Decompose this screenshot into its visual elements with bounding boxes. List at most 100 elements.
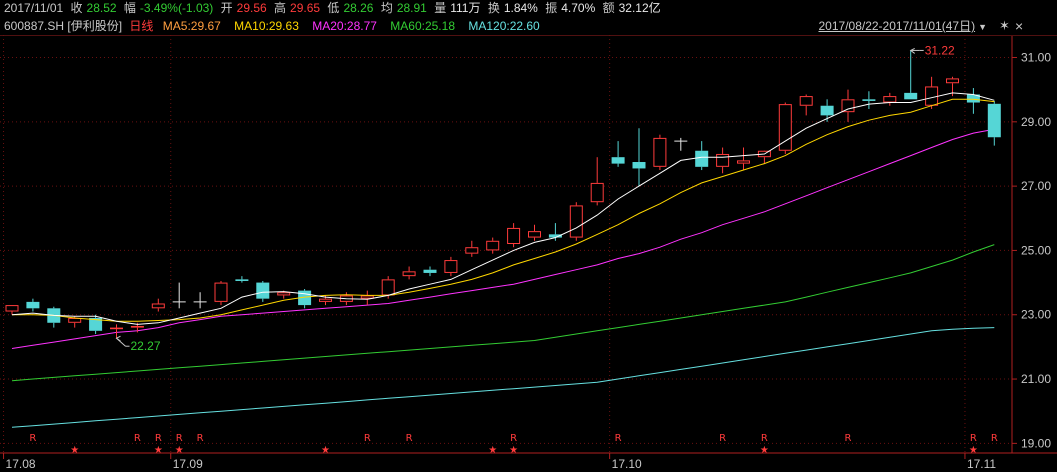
y-tick-label: 29.00 (1021, 115, 1051, 129)
candle-body (110, 327, 123, 330)
gear-icon[interactable]: ✶ (999, 19, 1013, 33)
ma60-line (11, 244, 995, 382)
open-label: 开 (220, 1, 233, 15)
candle-body (904, 92, 918, 100)
candle-body (235, 279, 249, 281)
close-icon[interactable]: × (1015, 18, 1027, 34)
event-r-marker: R (176, 433, 183, 444)
candle-body (695, 150, 709, 167)
candle-body (151, 303, 165, 309)
event-r-marker: R (719, 433, 726, 444)
event-r-marker: R (155, 433, 162, 444)
y-tick-label: 21.00 (1021, 372, 1051, 386)
date-range-text: 2017/08/22-2017/11/01(47日) (818, 19, 976, 33)
event-star-marker: ★ (509, 445, 518, 456)
event-r-marker: R (510, 433, 517, 444)
candle-body (444, 260, 458, 273)
candle-body (277, 292, 291, 296)
candle-body (820, 105, 834, 116)
event-r-marker: R (970, 433, 977, 444)
event-r-marker: R (615, 433, 622, 444)
ma5-line (11, 92, 995, 325)
ma120-label: MA120:22.60 (468, 19, 540, 33)
candle-body (402, 271, 416, 277)
y-tick-label: 25.00 (1021, 243, 1051, 257)
event-star-marker: ★ (760, 445, 769, 456)
candle-body (528, 231, 541, 238)
candle-body (319, 298, 332, 302)
open-value: 29.56 (236, 1, 267, 15)
x-tick-label: 17.11 (967, 457, 996, 471)
high-value: 29.65 (290, 1, 321, 15)
x-tick-label: 17.08 (6, 457, 36, 471)
quote-header: 2017/11/01 收 28.52 幅 -3.49%(-1.03) 开 29.56 … (0, 0, 1057, 17)
period-label[interactable]: 日线 (129, 19, 153, 33)
candle-body (5, 305, 19, 312)
avg-label: 均 (380, 1, 393, 15)
x-tick-label: 17.09 (173, 457, 203, 471)
candle-body (841, 99, 855, 113)
volume-value: 111万 (450, 1, 481, 15)
event-r-marker: R (845, 433, 852, 444)
change-value: -3.49%(-1.03) (139, 1, 214, 15)
event-star-marker: ★ (175, 445, 184, 456)
event-star-marker: ★ (488, 445, 497, 456)
volume-label: 量 (434, 1, 447, 15)
ma20-line (11, 128, 995, 349)
candle-body (632, 162, 646, 169)
ma10-label: MA10:29.63 (234, 19, 299, 33)
change-label: 幅 (123, 1, 136, 15)
event-r-marker: R (364, 433, 371, 444)
low-label: 低 (327, 1, 340, 15)
candle-body (68, 317, 82, 323)
candle-body (653, 137, 667, 167)
candle-body (925, 86, 939, 106)
candle-body (716, 153, 730, 167)
amplitude-label: 振 (545, 1, 558, 15)
candle-body (987, 103, 1001, 138)
high-label: 高 (274, 1, 287, 15)
quote-date: 2017/11/01 (4, 1, 64, 15)
event-star-marker: ★ (969, 445, 978, 456)
close-label: 收 (70, 1, 83, 15)
candle-body (862, 99, 876, 101)
y-tick-label: 23.00 (1021, 308, 1051, 322)
candle-body (799, 96, 813, 106)
y-tick-label: 19.00 (1021, 436, 1051, 450)
candle-body (360, 295, 374, 299)
event-r-marker: R (29, 433, 36, 444)
candle-body (737, 160, 750, 164)
kline-chart[interactable]: 31.00 29.00 27.00 25.00 23.00 21.00 19.00 17.08… (0, 35, 1057, 472)
event-r-marker: R (197, 433, 204, 444)
low-price-label: 22.27 (131, 339, 161, 353)
candle-body (507, 227, 521, 245)
ma60-label: MA60:25.18 (390, 19, 455, 33)
event-r-marker: R (761, 433, 768, 444)
candle-body (214, 282, 228, 302)
amplitude-value: 4.70% (561, 1, 596, 15)
low-value: 28.26 (343, 1, 374, 15)
high-price-label: 31.22 (925, 43, 955, 57)
x-tick-label: 17.10 (612, 457, 642, 471)
candle-body (26, 301, 40, 309)
candle-body (590, 182, 604, 203)
event-r-marker: R (991, 433, 998, 444)
event-star-marker: ★ (154, 445, 163, 456)
stock-name: 600887.SH [伊利股份] (4, 19, 123, 33)
candle-body (423, 269, 437, 273)
amount-label: 额 (602, 1, 615, 15)
candle-body (130, 325, 144, 328)
avg-value: 28.91 (396, 1, 427, 15)
y-tick-label: 27.00 (1021, 179, 1051, 193)
date-range-selector[interactable]: 2017/08/22-2017/11/01(47日) ▼ (819, 17, 988, 35)
candle-body (486, 240, 500, 251)
turnover-value: 1.84% (503, 1, 538, 15)
candle-body (611, 157, 625, 164)
candle-body (883, 96, 897, 103)
event-r-marker: R (406, 433, 413, 444)
chevron-down-icon: ▼ (978, 22, 987, 32)
candle-body (946, 78, 959, 84)
candle-body (256, 282, 270, 299)
turnover-label: 换 (487, 1, 500, 15)
event-r-marker: R (134, 433, 141, 444)
